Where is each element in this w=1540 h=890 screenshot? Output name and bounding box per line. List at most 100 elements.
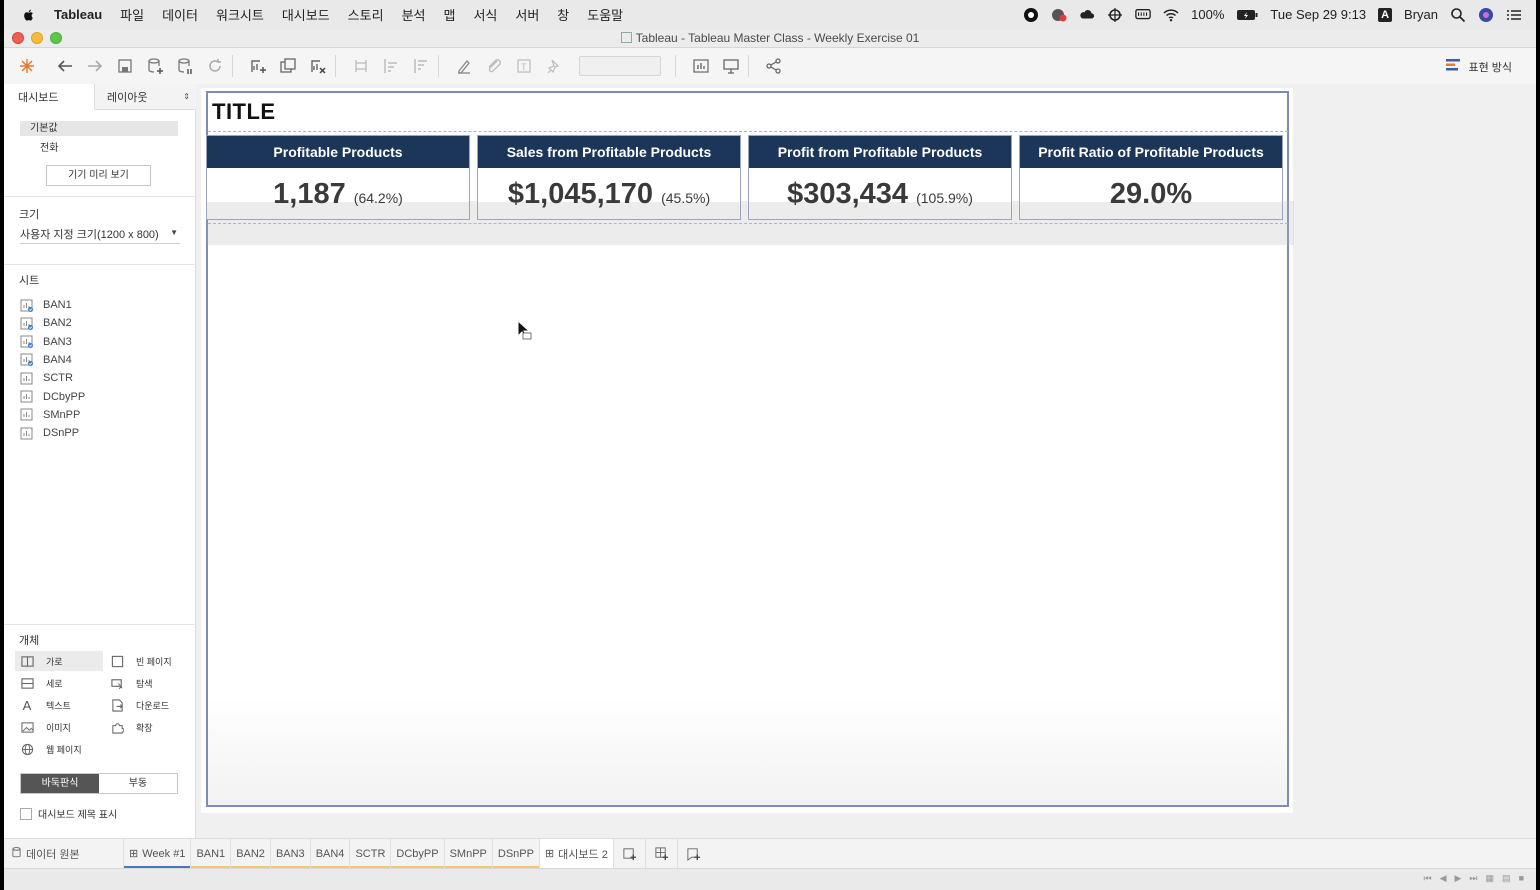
sheet-item-smnpp[interactable]: SMnPP bbox=[20, 407, 80, 423]
menu-format[interactable]: 서식 bbox=[473, 5, 497, 24]
object-web-page[interactable]: 웹 페이지 bbox=[20, 740, 82, 758]
menu-map[interactable]: 맵 bbox=[443, 5, 455, 24]
new-worksheet-icon[interactable] bbox=[247, 55, 269, 77]
duplicate-sheet-icon[interactable] bbox=[277, 55, 299, 77]
tableau-logo-icon[interactable] bbox=[16, 55, 38, 77]
sync-icon[interactable] bbox=[1107, 7, 1123, 23]
tab-smnpp[interactable]: SMnPP bbox=[444, 838, 493, 869]
sheet-item-ban4[interactable]: BAN4 bbox=[20, 352, 72, 368]
new-story-tab-button[interactable] bbox=[678, 839, 709, 869]
video-call-icon[interactable] bbox=[1051, 7, 1067, 23]
menu-analysis[interactable]: 분석 bbox=[402, 5, 426, 24]
tab-ban1[interactable]: BAN1 bbox=[191, 838, 232, 869]
menu-worksheet[interactable]: 워크시트 bbox=[216, 5, 264, 24]
tab-dsnpp[interactable]: DSnPP bbox=[492, 838, 540, 869]
next-page-icon[interactable]: ▶ bbox=[1455, 873, 1462, 884]
object-horizontal[interactable]: 가로 bbox=[20, 652, 63, 670]
data-source-tab[interactable]: 데이터 원본 bbox=[4, 838, 124, 869]
object-image[interactable]: 이미지 bbox=[20, 718, 71, 736]
menu-story[interactable]: 스토리 bbox=[348, 5, 384, 24]
tiled-button[interactable]: 바둑판식 bbox=[21, 774, 99, 793]
fix-axes-icon[interactable] bbox=[543, 55, 565, 77]
tab-dashboard-2[interactable]: ⊞ 대시보드 2 bbox=[539, 838, 614, 869]
group-members-icon[interactable] bbox=[483, 55, 505, 77]
sheet-item-dcbypp[interactable]: DCbyPP bbox=[20, 389, 85, 405]
first-page-icon[interactable]: ⏮ bbox=[1423, 873, 1431, 884]
device-phone-item[interactable]: 전화 bbox=[40, 139, 58, 154]
object-download[interactable]: 다운로드 bbox=[110, 696, 169, 714]
share-icon[interactable] bbox=[763, 55, 785, 77]
dashboard-title[interactable]: TITLE bbox=[212, 99, 276, 125]
object-extension[interactable]: 확장 bbox=[110, 718, 153, 736]
show-title-option[interactable]: 대시보드 제목 표시 bbox=[20, 806, 117, 821]
tab-dashboard[interactable]: 대시보드 bbox=[4, 84, 94, 110]
sheet-item-sctr[interactable]: SCTR bbox=[20, 370, 73, 386]
input-source-badge[interactable]: A bbox=[1378, 7, 1393, 22]
swap-rows-columns-icon[interactable] bbox=[350, 55, 372, 77]
new-worksheet-tab-button[interactable] bbox=[614, 838, 646, 869]
ban-card-profit-ratio[interactable]: Profit Ratio of Profitable Products 29.0… bbox=[1019, 135, 1283, 220]
user-name[interactable]: Bryan bbox=[1404, 7, 1438, 22]
sort-ascending-icon[interactable] bbox=[380, 55, 402, 77]
menu-dashboard[interactable]: 대시보드 bbox=[282, 5, 330, 24]
device-default-item[interactable]: 기본값 bbox=[20, 121, 178, 136]
sheet-item-dsnpp[interactable]: DSnPP bbox=[20, 425, 79, 441]
apple-icon[interactable] bbox=[22, 7, 38, 23]
sort-descending-icon[interactable] bbox=[410, 55, 432, 77]
floating-button[interactable]: 부동 bbox=[99, 774, 177, 793]
show-mark-labels-icon[interactable]: T bbox=[513, 55, 535, 77]
tab-dcbypp[interactable]: DCbyPP bbox=[391, 838, 445, 869]
save-icon[interactable] bbox=[114, 55, 136, 77]
tab-ban2[interactable]: BAN2 bbox=[231, 838, 271, 869]
grid-view-icon[interactable]: ▦ bbox=[1486, 873, 1495, 884]
clear-sheet-icon[interactable] bbox=[307, 55, 329, 77]
last-page-icon[interactable]: ⏭ bbox=[1469, 873, 1477, 884]
sheet-item-ban1[interactable]: BAN1 bbox=[20, 297, 72, 313]
menu-server[interactable]: 서버 bbox=[515, 5, 539, 24]
tab-layout[interactable]: 레이아웃 ⇕ bbox=[94, 84, 196, 110]
menu-app-name[interactable]: Tableau bbox=[54, 7, 102, 22]
object-navigation[interactable]: 탐색 bbox=[110, 674, 153, 692]
object-blank[interactable]: 빈 페이지 bbox=[110, 652, 172, 670]
fit-dropdown[interactable] bbox=[579, 56, 661, 76]
undo-icon[interactable] bbox=[54, 55, 76, 77]
menu-window[interactable]: 창 bbox=[557, 5, 569, 24]
wifi-icon[interactable] bbox=[1163, 7, 1179, 23]
clock[interactable]: Tue Sep 29 9:13 bbox=[1270, 7, 1366, 22]
menu-data[interactable]: 데이터 bbox=[162, 5, 198, 24]
filmstrip-view-icon[interactable]: ▤ bbox=[1502, 873, 1511, 884]
tab-week-1[interactable]: ⊞ Week #1 bbox=[124, 838, 192, 869]
tab-sctr[interactable]: SCTR bbox=[350, 838, 392, 869]
size-dropdown[interactable]: 사용자 지정 크기(1200 x 800) ▼ bbox=[20, 226, 180, 244]
new-data-source-icon[interactable] bbox=[144, 55, 166, 77]
refresh-icon[interactable] bbox=[204, 55, 226, 77]
sheet-item-ban3[interactable]: BAN3 bbox=[20, 334, 72, 350]
keyboard-icon[interactable] bbox=[1135, 7, 1151, 23]
highlight-icon[interactable] bbox=[453, 55, 475, 77]
tabs-view-icon[interactable]: ■ bbox=[1519, 873, 1524, 884]
menu-file[interactable]: 파일 bbox=[120, 5, 144, 24]
ban-card-profit[interactable]: Profit from Profitable Products $303,434… bbox=[748, 135, 1012, 220]
tab-ban3[interactable]: BAN3 bbox=[270, 838, 311, 869]
device-preview-button[interactable]: 기기 미리 보기 bbox=[46, 165, 151, 186]
tab-ban4[interactable]: BAN4 bbox=[310, 838, 351, 869]
new-dashboard-tab-button[interactable] bbox=[646, 838, 678, 869]
battery-icon[interactable] bbox=[1236, 7, 1258, 23]
prev-page-icon[interactable]: ◀ bbox=[1440, 873, 1447, 884]
siri-icon[interactable] bbox=[1478, 7, 1494, 23]
menu-help[interactable]: 도움말 bbox=[587, 5, 623, 24]
ban-card-profitable-products[interactable]: Profitable Products 1,187 (64.2%) bbox=[206, 135, 470, 220]
notification-center-icon[interactable] bbox=[1506, 7, 1522, 23]
search-icon[interactable] bbox=[1450, 7, 1466, 23]
sheet-item-ban2[interactable]: BAN2 bbox=[20, 315, 72, 331]
pause-updates-icon[interactable] bbox=[174, 55, 196, 77]
ban-card-sales[interactable]: Sales from Profitable Products $1,045,17… bbox=[477, 135, 741, 220]
redo-icon[interactable] bbox=[84, 55, 106, 77]
object-vertical[interactable]: 세로 bbox=[20, 674, 63, 692]
object-text[interactable]: A 텍스트 bbox=[20, 696, 71, 714]
show-me-button[interactable]: 표현 방식 bbox=[1446, 58, 1512, 75]
show-title-checkbox[interactable] bbox=[20, 807, 32, 820]
show-cards-icon[interactable] bbox=[690, 55, 712, 77]
record-icon[interactable] bbox=[1023, 7, 1039, 23]
presentation-mode-icon[interactable] bbox=[720, 55, 742, 77]
